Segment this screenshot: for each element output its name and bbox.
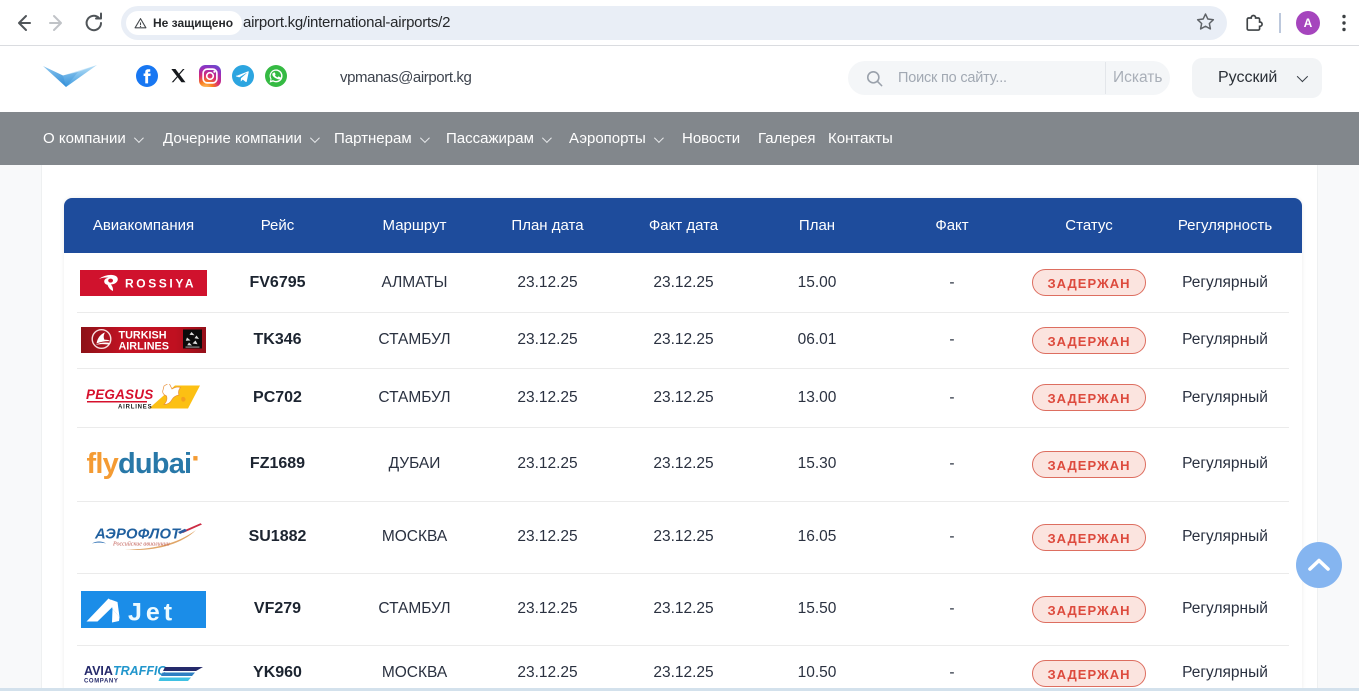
svg-text:AVIA: AVIA <box>84 664 113 678</box>
svg-text:AIRLINES: AIRLINES <box>118 405 152 411</box>
svg-text:TRAFFIC: TRAFFIC <box>113 664 167 678</box>
svg-text:Jet: Jet <box>128 598 176 626</box>
svg-text:AIRLINES: AIRLINES <box>119 341 169 353</box>
svg-text:PEGASUS: PEGASUS <box>86 387 153 402</box>
svg-text:COMPANY: COMPANY <box>84 679 118 685</box>
svg-text:АЭРОФЛОТ: АЭРОФЛОТ <box>94 527 182 543</box>
svg-text:ROSSIYA: ROSSIYA <box>125 276 196 290</box>
svg-text:Российские авиалинии: Российские авиалинии <box>112 541 170 548</box>
